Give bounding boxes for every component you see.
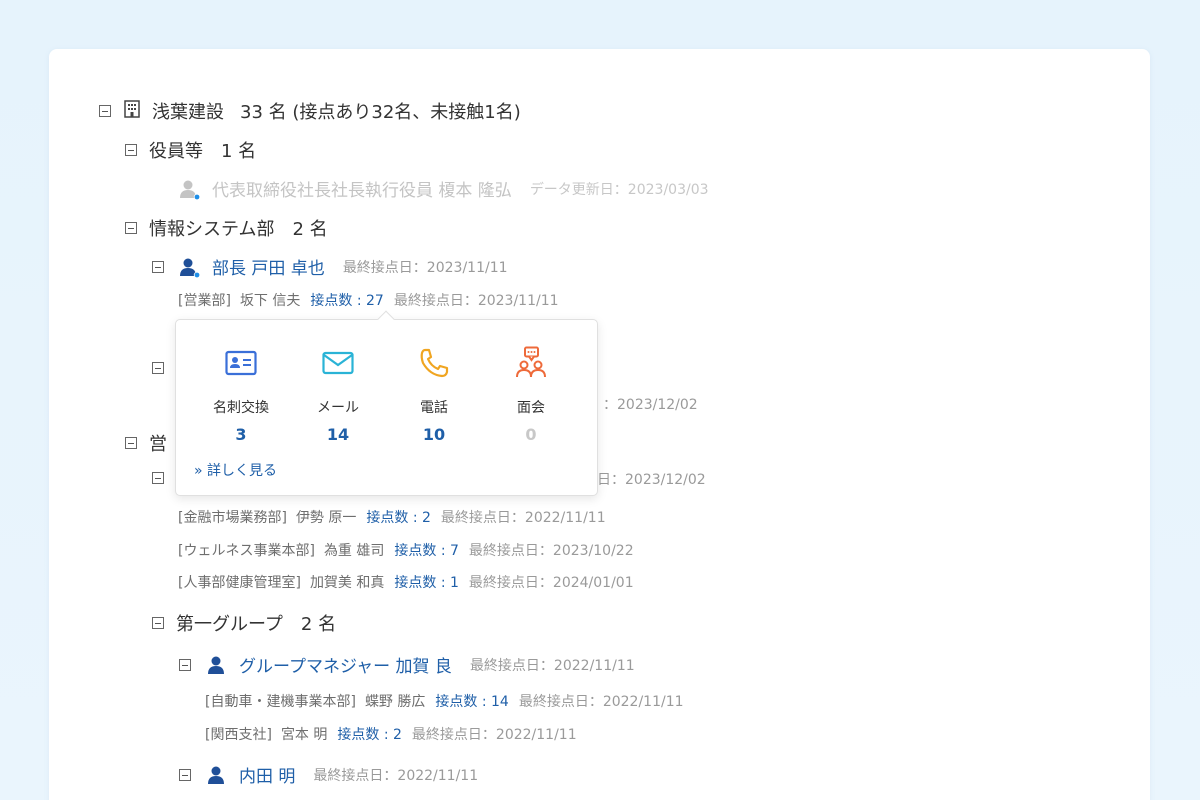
last-contact-date: ：2023/12/02	[603, 397, 698, 413]
stat-label: 名刺交換	[213, 400, 269, 416]
last-contact-date: 最終接点日：2022/11/11	[518, 694, 684, 710]
person-row-infosys-manager: 部長 戸田 卓也 最終接点日：2023/11/11	[152, 254, 508, 279]
contact-count-link[interactable]: 接点数 : 14	[435, 691, 508, 711]
person-icon	[178, 178, 200, 200]
dept-count: 1 名	[221, 141, 257, 162]
contact-dept: [関西支社]	[205, 727, 272, 743]
last-contact-date: 最終接点日：2023/10/22	[468, 543, 634, 559]
last-contact-date: 最終接点日：2022/11/11	[440, 510, 606, 526]
collapsed-row-partial	[152, 362, 164, 374]
dept-title: 役員等	[149, 141, 203, 162]
stat-business-card: 名刺交換 3	[196, 346, 286, 444]
stat-value: 10	[422, 425, 446, 444]
collapse-toggle[interactable]	[179, 768, 191, 781]
contact-dept: [自動車・建機事業本部]	[205, 694, 356, 710]
meeting-icon	[486, 346, 576, 380]
partial-date: 日：2023/12/02	[597, 469, 706, 489]
stat-phone: 電話 10	[389, 346, 479, 444]
collapsed-row-partial	[152, 472, 164, 484]
contact-dept: [人事部健康管理室]	[178, 575, 301, 591]
collapse-toggle[interactable]	[125, 222, 137, 234]
company-count: 33 名 (接点あり32名、未接触1名)	[240, 102, 521, 123]
last-contact-date: 最終接点日：2022/11/11	[469, 657, 635, 674]
contact-count-link[interactable]: 接点数 : 27	[310, 290, 383, 310]
company-row: 浅葉建設 33 名 (接点あり32名、未接触1名)	[99, 98, 521, 124]
person-icon	[178, 256, 200, 278]
stat-label: 電話	[420, 400, 448, 416]
collapse-toggle[interactable]	[152, 472, 164, 484]
contact-name: 為重 雄司	[323, 543, 385, 559]
last-contact-date: 最終接点日：2023/11/11	[393, 293, 559, 309]
last-contact-date: 最終接点日：2022/11/11	[313, 767, 479, 784]
stat-mail: メール 14	[293, 346, 383, 444]
last-update-date: データ更新日：2023/03/03	[529, 181, 709, 198]
last-contact-date: 最終接点日：2023/11/11	[342, 259, 508, 276]
dept-count: 2 名	[292, 219, 328, 240]
dept-title-partial: 営	[149, 434, 167, 455]
person-icon	[205, 764, 227, 786]
contact-dept: [ウェルネス事業本部]	[178, 543, 315, 559]
collapse-toggle[interactable]	[152, 362, 164, 374]
contact-row: [人事部健康管理室] 加賀美 和真 接点数 : 1 最終接点日：2024/01/…	[178, 572, 634, 592]
contact-row: [営業部] 坂下 信夫 接点数 : 27 最終接点日：2023/11/11	[178, 290, 559, 310]
contact-row: [関西支社] 宮本 明 接点数 : 2 最終接点日：2022/11/11	[205, 724, 577, 744]
collapse-toggle[interactable]	[125, 437, 137, 449]
person-name: 代表取締役社長社長執行役員 榎本 隆弘	[212, 181, 512, 201]
stat-meeting: 面会 0	[486, 346, 576, 444]
contact-row: [ウェルネス事業本部] 為重 雄司 接点数 : 7 最終接点日：2023/10/…	[178, 540, 634, 560]
stat-value: 3	[235, 425, 247, 444]
contact-name: 坂下 信夫	[239, 293, 301, 309]
contact-name: 宮本 明	[280, 727, 328, 743]
stat-value: 0	[525, 425, 537, 444]
person-row-group1-member: 内田 明 最終接点日：2022/11/11	[179, 762, 478, 787]
collapse-toggle[interactable]	[152, 617, 164, 629]
contact-row: [金融市場業務部] 伊勢 原一 接点数 : 2 最終接点日：2022/11/11	[178, 507, 606, 527]
dept-row-infosys: 情報システム部 2 名	[125, 215, 328, 241]
contact-count-link[interactable]: 接点数 : 2	[337, 724, 402, 744]
dept-row-sales: 営	[125, 430, 167, 456]
contact-count-link[interactable]: 接点数 : 2	[366, 507, 431, 527]
person-name-link[interactable]: 内田 明	[239, 762, 295, 787]
stat-label: 面会	[517, 400, 545, 416]
contact-dept: [営業部]	[178, 293, 231, 309]
collapse-toggle[interactable]	[125, 144, 137, 156]
contact-name: 蝶野 勝広	[364, 694, 426, 710]
contact-dept: [金融市場業務部]	[178, 510, 287, 526]
contact-breakdown-popup: 名刺交換 3 メール 14 電話 10 面会 0 » 詳しく見る	[175, 310, 598, 496]
person-name-link[interactable]: 部長 戸田 卓也	[212, 254, 325, 279]
partial-date: ：2023/12/02	[603, 394, 698, 414]
phone-icon	[389, 346, 479, 380]
business-card-icon	[196, 346, 286, 380]
dept-title: 第一グループ	[176, 614, 283, 635]
last-contact-date: 最終接点日：2024/01/01	[468, 575, 634, 591]
collapse-toggle[interactable]	[179, 658, 191, 671]
building-icon	[122, 99, 142, 123]
person-name-link[interactable]: グループマネジャー 加賀 良	[239, 652, 452, 677]
person-row-group1-manager: グループマネジャー 加賀 良 最終接点日：2022/11/11	[179, 652, 635, 677]
contact-count-link[interactable]: 接点数 : 1	[394, 572, 459, 592]
stat-value: 14	[326, 425, 350, 444]
collapse-toggle[interactable]	[152, 260, 164, 273]
dept-count: 2 名	[300, 614, 337, 635]
dept-row-group1: 第一グループ 2 名	[152, 610, 336, 636]
dept-title: 情報システム部	[149, 219, 275, 240]
dept-row-executives: 役員等 1 名	[125, 137, 256, 163]
person-row-executive[interactable]: 代表取締役社長社長執行役員 榎本 隆弘 データ更新日：2023/03/03	[178, 176, 709, 201]
see-more-link[interactable]: » 詳しく見る	[194, 460, 277, 480]
contact-name: 加賀美 和真	[309, 575, 385, 591]
contact-name: 伊勢 原一	[295, 510, 357, 526]
mail-icon	[293, 346, 383, 380]
contact-count-link[interactable]: 接点数 : 7	[394, 540, 459, 560]
company-name: 浅葉建設	[152, 102, 224, 123]
collapse-toggle[interactable]	[99, 105, 111, 117]
stat-label: メール	[317, 400, 359, 416]
person-icon	[205, 654, 227, 676]
last-contact-date: 最終接点日：2022/11/11	[411, 727, 577, 743]
contact-row: [自動車・建機事業本部] 蝶野 勝広 接点数 : 14 最終接点日：2022/1…	[205, 691, 684, 711]
last-contact-date: 日：2023/12/02	[597, 472, 706, 488]
